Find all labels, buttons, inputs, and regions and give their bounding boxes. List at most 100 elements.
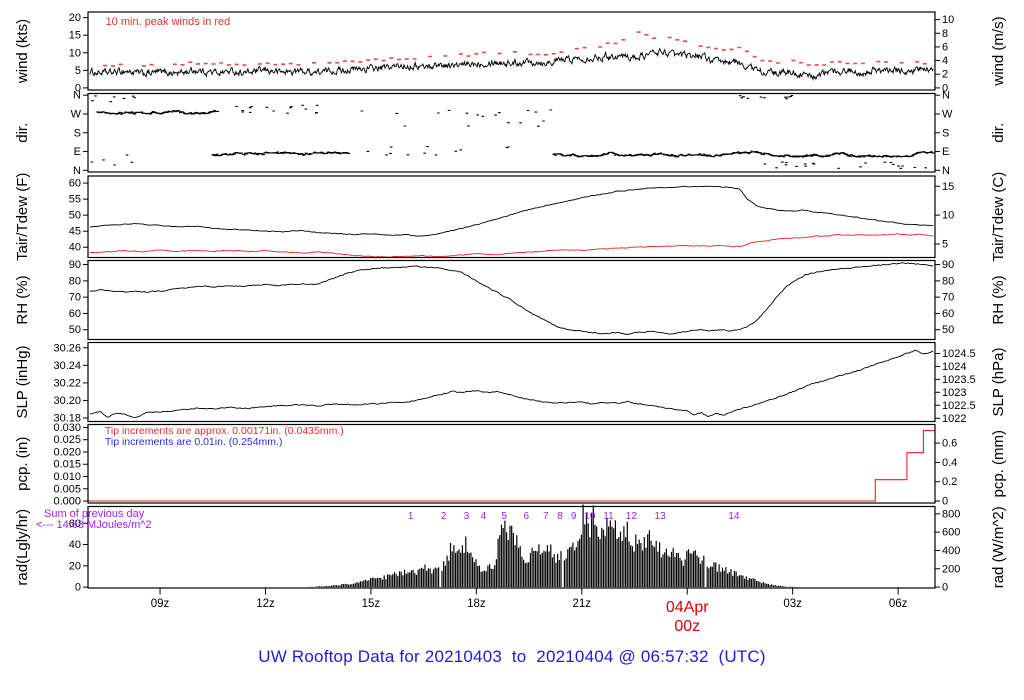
panel-pcp: 0.0000.0050.0100.0150.0200.0250.030 0 0.2 0…: [14, 422, 1007, 508]
right-axis-title: SLP (hPa): [990, 348, 1007, 417]
right-tick-label: 80: [942, 275, 954, 287]
left-tick-label: 30.26: [53, 342, 81, 354]
right-axis-title: pcp. (mm): [990, 430, 1007, 498]
right-tick-label: 10: [942, 14, 954, 26]
tip-event-number: 8: [557, 511, 563, 522]
weather-multipanel-chart: 051015200246810wind (kts) wind (m/s)10 mi…: [14, 11, 1007, 635]
x-tick-label-date: 04Apr: [666, 599, 709, 616]
left-tick-label: 90: [69, 259, 81, 271]
right-axis-title: wind (m/s): [990, 16, 1007, 86]
right-tick-label: 400: [942, 545, 960, 557]
left-tick-label: 0.005: [53, 483, 81, 495]
tip-event-number: 14: [728, 511, 740, 522]
x-tick-label: 03z: [783, 598, 802, 610]
left-tick-label: 5: [75, 65, 81, 77]
right-tick-label: 0.6: [942, 438, 957, 450]
right-tick-label: 0: [942, 582, 948, 594]
wind-average: [89, 47, 934, 81]
right-tick-label: 200: [942, 563, 960, 575]
right-tick-label: 5: [942, 239, 948, 251]
air-temperature: [89, 185, 934, 237]
left-tick-label: 20: [69, 12, 81, 24]
left-tick-label: 0.025: [53, 434, 81, 446]
left-tick-label: 80: [69, 275, 81, 287]
left-tick-label: 60: [69, 178, 81, 190]
right-axis-title: Tair/Tdew (C): [990, 172, 1007, 262]
x-tick-label: 12z: [256, 598, 275, 610]
left-tick-label: E: [74, 146, 81, 158]
right-tick-label: 10: [942, 210, 954, 222]
tip-event-number: 2: [441, 511, 447, 522]
tip-event-number: 4: [481, 511, 487, 522]
left-tick-label: S: [74, 127, 81, 139]
left-tick-label: 30.20: [53, 395, 81, 407]
left-tick-label: 70: [69, 292, 81, 304]
right-tick-label: N: [942, 90, 950, 102]
panel-rad: 02040600200400600800rad(Lgly/hr) rad (W/m…: [14, 504, 1007, 594]
left-axis-title: pcp. (in): [14, 437, 31, 491]
tip-event-number: 7: [543, 511, 549, 522]
right-tick-label: W: [942, 108, 953, 120]
right-tick-label: 2: [942, 69, 948, 81]
left-tick-label: W: [71, 108, 82, 120]
right-tick-label: 1022.5: [942, 400, 976, 412]
left-axis-title: SLP (inHg): [14, 345, 31, 418]
right-tick-label: 50: [942, 324, 954, 336]
left-axis-title: RH (%): [14, 275, 31, 324]
left-tick-label: 50: [69, 324, 81, 336]
left-tick-label: 30.22: [53, 377, 81, 389]
panel-frame: [87, 92, 936, 173]
x-tick-label-hour: 00z: [674, 618, 700, 635]
tip-event-number: 6: [523, 511, 529, 522]
panel-frame: [87, 175, 936, 259]
right-tick-label: 1024: [942, 361, 966, 373]
tip-event-number: 9: [571, 511, 577, 522]
relative-humidity: [89, 262, 934, 336]
left-tick-label: 50: [69, 210, 81, 222]
right-tick-label: 90: [942, 259, 954, 271]
tip-event-number: 3: [464, 511, 470, 522]
right-tick-label: 1023: [942, 387, 966, 399]
x-tick-label: 09z: [151, 598, 170, 610]
left-tick-label: 0.020: [53, 446, 81, 458]
left-tick-label: 0.000: [53, 496, 81, 508]
panel-rh: 50 60 70 80 90 50 60 70 80 90 RH (%) RH (%): [14, 259, 1007, 341]
left-axis-title: wind (kts): [14, 19, 31, 84]
right-tick-label: 1024.5: [942, 348, 976, 360]
panel-temp: 40 45 50 55 60 5 10 15 Tair/Tdew (F) Tair/Tdew (C…: [14, 172, 1007, 262]
left-tick-label: 0.010: [53, 471, 81, 483]
right-tick-label: 4: [942, 55, 948, 67]
tip-event-number: 11: [603, 511, 614, 522]
left-tick-label: N: [73, 165, 81, 177]
left-tick-label: 55: [69, 194, 81, 206]
left-tick-label: 0.030: [53, 422, 81, 434]
tip-event-number: 12: [626, 511, 638, 522]
tip-event-number: 13: [655, 511, 667, 522]
right-tick-label: 15: [942, 181, 954, 193]
left-tick-label: 10: [69, 47, 81, 59]
right-tick-label: N: [942, 165, 950, 177]
tip-event-number: 10: [584, 511, 596, 522]
right-tick-label: 60: [942, 308, 954, 320]
left-tick-label: N: [73, 90, 81, 102]
panel-wind: 051015200246810wind (kts) wind (m/s)10 mi…: [14, 11, 1007, 94]
left-tick-label: 30.24: [53, 360, 81, 372]
left-tick-label: 60: [69, 308, 81, 320]
left-tick-label: 15: [69, 30, 81, 42]
left-tick-label: 0: [75, 582, 81, 594]
x-axis: 09z 12z 15z 18z 21z 04Apr 00z 03z 06z: [151, 588, 908, 635]
tip-event-number: 5: [501, 511, 507, 522]
left-axis-title: Tair/Tdew (F): [14, 173, 31, 261]
left-tick-label: 45: [69, 226, 81, 238]
plot-title: UW Rooftop Data for 20210403 to 20210404…: [258, 647, 766, 666]
x-tick-label: 15z: [362, 598, 381, 610]
panel-annotation: 10 min. peak winds in red: [106, 16, 231, 28]
dew-point: [89, 233, 934, 258]
right-axis-title: dir.: [990, 123, 1007, 143]
sea-level-pressure: [89, 349, 934, 418]
right-tick-label: S: [942, 127, 949, 139]
left-axis-title: rad(Lgly/hr): [14, 509, 31, 586]
left-tick-label: 20: [69, 560, 81, 572]
right-tick-label: 1022: [942, 413, 966, 425]
x-tick-label: 18z: [467, 598, 486, 610]
